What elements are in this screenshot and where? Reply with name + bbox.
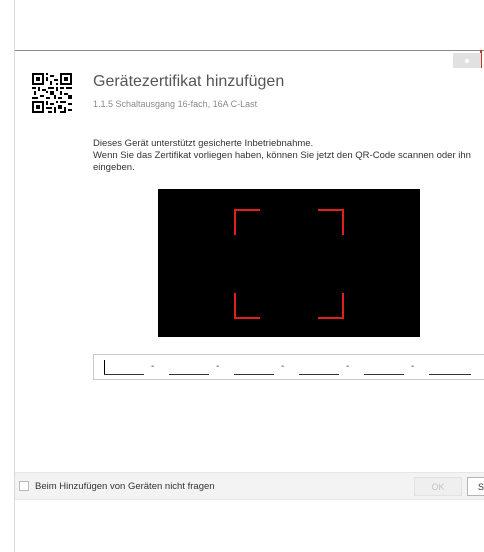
code-separator: - bbox=[346, 361, 350, 372]
dialog-window: Gerätezertifikat hinzufügen 1.1.5 Schalt… bbox=[14, 0, 484, 552]
code-segment-5[interactable] bbox=[364, 360, 404, 375]
ok-button[interactable]: OK bbox=[414, 477, 462, 496]
close-button[interactable] bbox=[453, 53, 481, 68]
qr-code-icon bbox=[32, 73, 72, 113]
code-segment-6[interactable] bbox=[429, 360, 471, 375]
scan-frame-corner-top-left bbox=[234, 209, 260, 235]
dont-ask-label[interactable]: Beim Hinzufügen von Geräten nicht fragen bbox=[35, 481, 215, 492]
scan-frame-corner-bottom-left bbox=[234, 293, 260, 319]
scan-frame-corner-top-right bbox=[318, 209, 344, 235]
header-divider bbox=[15, 50, 484, 51]
next-button[interactable]: S bbox=[467, 477, 484, 496]
description-line: eingeben. bbox=[93, 162, 135, 173]
dialog-footer: Beim Hinzufügen von Geräten nicht fragen… bbox=[15, 472, 484, 500]
code-segment-4[interactable] bbox=[299, 360, 339, 375]
code-separator: - bbox=[216, 361, 220, 372]
dialog-title: Gerätezertifikat hinzufügen bbox=[93, 73, 285, 90]
dont-ask-checkbox[interactable] bbox=[19, 481, 29, 491]
description-line: Wenn Sie das Zertifikat vorliegen haben,… bbox=[93, 150, 471, 161]
code-separator: - bbox=[281, 361, 285, 372]
description: Dieses Gerät unterstützt gesicherte Inbe… bbox=[93, 138, 484, 174]
certificate-code-input[interactable]: - - - - - bbox=[93, 354, 484, 380]
code-segment-3[interactable] bbox=[234, 360, 274, 375]
code-segment-2[interactable] bbox=[169, 360, 209, 375]
device-subtitle: 1.1.5 Schaltausgang 16-fach, 16A C-Last bbox=[93, 99, 258, 109]
description-line: Dieses Gerät unterstützt gesicherte Inbe… bbox=[93, 138, 314, 149]
scan-frame-corner-bottom-right bbox=[318, 293, 344, 319]
code-segment-1[interactable] bbox=[104, 360, 144, 375]
code-separator: - bbox=[411, 361, 415, 372]
close-icon bbox=[465, 58, 469, 63]
code-separator: - bbox=[151, 361, 155, 372]
qr-scanner-preview bbox=[158, 189, 420, 337]
